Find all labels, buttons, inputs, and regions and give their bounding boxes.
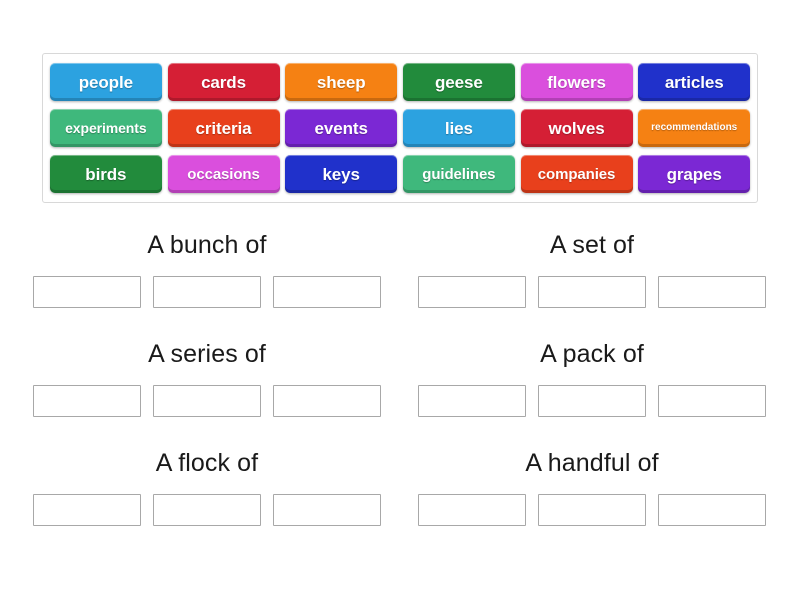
category-group-a-flock-of: A flock of — [27, 451, 387, 526]
word-tile[interactable]: birds — [49, 155, 162, 193]
tile-row: people cards sheep geese flowers articles — [47, 59, 753, 105]
category-title: A flock of — [155, 449, 259, 477]
tile-cell: geese — [400, 59, 518, 105]
drop-slot[interactable] — [418, 494, 526, 526]
drop-slot[interactable] — [273, 276, 381, 308]
word-tile[interactable]: companies — [520, 155, 633, 193]
drop-slot[interactable] — [538, 385, 646, 417]
drop-slot[interactable] — [418, 385, 526, 417]
word-tile[interactable]: sheep — [285, 63, 398, 101]
tile-cell: keys — [282, 151, 400, 197]
tile-cell: birds — [47, 151, 165, 197]
tile-cell: articles — [635, 59, 753, 105]
category-group-a-handful-of: A handful of — [412, 451, 772, 526]
word-tile[interactable]: criteria — [167, 109, 280, 147]
drop-slot[interactable] — [33, 276, 141, 308]
tile-cell: occasions — [165, 151, 283, 197]
drop-slot-row — [412, 276, 772, 308]
tile-cell: flowers — [518, 59, 636, 105]
word-tile[interactable]: wolves — [520, 109, 633, 147]
tile-cell: sheep — [282, 59, 400, 105]
drop-slot-row — [27, 385, 387, 417]
tile-row: birds occasions keys guidelines companies gra… — [47, 151, 753, 197]
word-tile[interactable]: guidelines — [402, 155, 515, 193]
tile-cell: recommendations — [635, 105, 753, 151]
category-group-a-pack-of: A pack of — [412, 342, 772, 417]
category-group-a-series-of: A series of — [27, 342, 387, 417]
word-tile[interactable]: events — [285, 109, 398, 147]
drop-slot[interactable] — [658, 385, 766, 417]
category-title: A bunch of — [147, 231, 267, 259]
tile-row: experiments criteria events lies wolves recom… — [47, 105, 753, 151]
tile-cell: people — [47, 59, 165, 105]
tile-cell: wolves — [518, 105, 636, 151]
word-tile[interactable]: experiments — [49, 109, 162, 147]
drop-slot-row — [27, 276, 387, 308]
drop-slot[interactable] — [33, 494, 141, 526]
drop-slot-row — [27, 494, 387, 526]
word-tile[interactable]: people — [49, 63, 162, 101]
tile-cell: cards — [165, 59, 283, 105]
drop-slot[interactable] — [658, 276, 766, 308]
tile-cell: events — [282, 105, 400, 151]
tile-cell: guidelines — [400, 151, 518, 197]
drop-slot[interactable] — [153, 276, 261, 308]
word-tile[interactable]: occasions — [167, 155, 280, 193]
drop-slot[interactable] — [658, 494, 766, 526]
category-title: A series of — [148, 340, 266, 368]
word-tile[interactable]: geese — [402, 63, 515, 101]
drop-slot[interactable] — [538, 494, 646, 526]
activity-stage: people cards sheep geese flowers articles expe… — [0, 0, 800, 600]
drop-slot-row — [412, 494, 772, 526]
tile-cell: criteria — [165, 105, 283, 151]
drop-slot[interactable] — [538, 276, 646, 308]
word-tile[interactable]: keys — [285, 155, 398, 193]
drop-slot[interactable] — [273, 494, 381, 526]
word-tile[interactable]: articles — [638, 63, 751, 101]
word-tile[interactable]: grapes — [638, 155, 751, 193]
category-title: A set of — [549, 231, 635, 259]
word-tile[interactable]: cards — [167, 63, 280, 101]
word-tile-tray: people cards sheep geese flowers articles expe… — [42, 53, 758, 203]
category-group-a-set-of: A set of — [412, 233, 772, 308]
drop-slot[interactable] — [153, 385, 261, 417]
word-tile[interactable]: recommendations — [638, 109, 751, 147]
category-title: A pack of — [540, 340, 644, 368]
category-group-a-bunch-of: A bunch of — [27, 233, 387, 308]
tile-cell: lies — [400, 105, 518, 151]
tile-cell: companies — [518, 151, 636, 197]
tile-cell: grapes — [635, 151, 753, 197]
drop-slot[interactable] — [153, 494, 261, 526]
tile-cell: experiments — [47, 105, 165, 151]
drop-slot[interactable] — [273, 385, 381, 417]
drop-slot-row — [412, 385, 772, 417]
drop-slot[interactable] — [418, 276, 526, 308]
category-title: A handful of — [525, 449, 659, 477]
word-tile[interactable]: flowers — [520, 63, 633, 101]
drop-slot[interactable] — [33, 385, 141, 417]
word-tile[interactable]: lies — [402, 109, 515, 147]
